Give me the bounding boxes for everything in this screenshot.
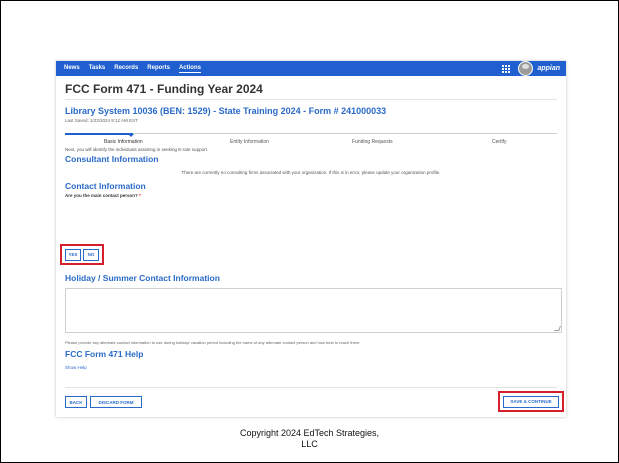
help-heading: FCC Form 471 Help bbox=[65, 349, 144, 359]
consultant-heading: Consultant Information bbox=[65, 154, 159, 164]
nav-actions[interactable]: Actions bbox=[178, 65, 201, 73]
nav-records[interactable]: Records bbox=[114, 65, 138, 72]
top-nav-bar: News Tasks Records Reports Actions appia… bbox=[56, 61, 566, 76]
current-step-caret-icon bbox=[128, 134, 134, 137]
step-certify: Certify bbox=[492, 139, 507, 145]
contact-heading: Contact Information bbox=[65, 181, 146, 191]
form-content: FCC Form 471 - Funding Year 2024 Library… bbox=[56, 76, 566, 412]
step-entity-information: Entity Information bbox=[230, 139, 269, 145]
yes-no-highlight: YES NO bbox=[60, 244, 104, 265]
show-help-link[interactable]: Show Help bbox=[65, 365, 87, 370]
nav-tasks[interactable]: Tasks bbox=[89, 65, 106, 72]
discard-form-button[interactable]: DISCARD FORM bbox=[90, 396, 142, 408]
copyright-text: Copyright 2024 EdTech Strategies, LLC bbox=[1, 428, 618, 450]
copyright-line-2: LLC bbox=[301, 439, 318, 449]
brand-logo: appian bbox=[537, 65, 560, 72]
no-button[interactable]: NO bbox=[83, 248, 99, 261]
footer-divider bbox=[65, 387, 557, 388]
form-subtitle: Library System 10036 (BEN: 1529) - State… bbox=[65, 106, 387, 116]
back-button[interactable]: BACK bbox=[65, 396, 87, 408]
main-contact-question-text: Are you the main contact person? bbox=[65, 193, 138, 198]
progress-steps: Basic Information Entity Information Fun… bbox=[65, 133, 557, 147]
holiday-hint-text: Please provide any alternate contact inf… bbox=[65, 340, 361, 345]
apps-grid-icon[interactable] bbox=[502, 64, 511, 73]
user-avatar-icon[interactable] bbox=[518, 61, 534, 76]
holiday-contact-textarea[interactable] bbox=[65, 288, 562, 333]
slide: News Tasks Records Reports Actions appia… bbox=[0, 0, 619, 463]
progress-track bbox=[65, 133, 557, 134]
resize-grip-icon[interactable] bbox=[554, 326, 561, 331]
step-basic-information: Basic Information bbox=[104, 139, 143, 145]
last-saved-text: Last Saved: 1/22/2024 9:12 AM EST bbox=[65, 118, 138, 123]
copyright-line-1: Copyright 2024 EdTech Strategies, bbox=[239, 428, 380, 438]
step-funding-requests: Funding Requests bbox=[352, 139, 393, 145]
progress-fill bbox=[65, 133, 133, 135]
holiday-heading: Holiday / Summer Contact Information bbox=[65, 273, 220, 283]
nav-news[interactable]: News bbox=[64, 65, 80, 72]
nav-reports[interactable]: Reports bbox=[147, 65, 170, 72]
required-marker: * bbox=[139, 193, 141, 198]
yes-button[interactable]: YES bbox=[65, 248, 81, 261]
consultant-message: There are currently no consulting firms … bbox=[181, 170, 441, 175]
intro-text: Next, you will identify the individuals … bbox=[65, 147, 209, 152]
app-window: News Tasks Records Reports Actions appia… bbox=[56, 61, 566, 417]
page-title: FCC Form 471 - Funding Year 2024 bbox=[65, 82, 557, 100]
nav-right: appian bbox=[502, 61, 566, 76]
save-continue-highlight: SAVE & CONTINUE bbox=[498, 391, 564, 412]
save-continue-button[interactable]: SAVE & CONTINUE bbox=[503, 395, 559, 408]
main-contact-question: Are you the main contact person? * bbox=[65, 193, 557, 198]
